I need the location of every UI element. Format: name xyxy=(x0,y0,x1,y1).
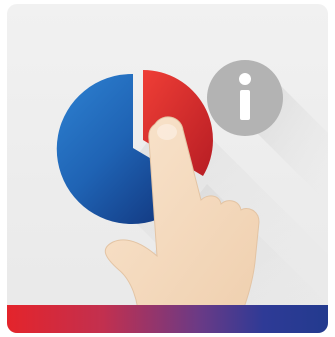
info-icon xyxy=(207,60,283,136)
bottom-gradient-bar xyxy=(7,305,328,333)
app-tile[interactable] xyxy=(0,0,335,337)
pie-chart-info-illustration xyxy=(56,60,328,326)
tile-card[interactable] xyxy=(7,4,328,333)
